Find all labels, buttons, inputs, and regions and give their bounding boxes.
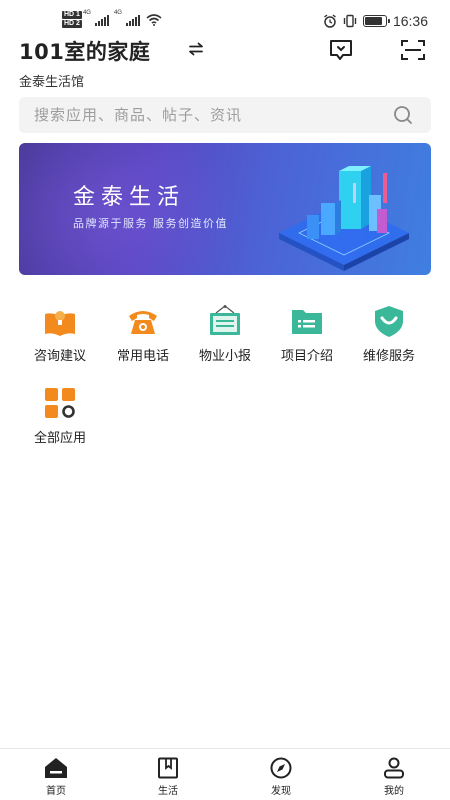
app-label: 维修服务 bbox=[362, 349, 415, 364]
folder-icon bbox=[292, 310, 322, 334]
app-common-phone[interactable]: 常用电话 bbox=[102, 304, 184, 374]
app-label: 咨询建议 bbox=[33, 349, 86, 364]
city-illustration-icon bbox=[279, 166, 409, 271]
search-bar[interactable] bbox=[19, 97, 431, 133]
app-project-intro[interactable]: 项目介绍 bbox=[266, 304, 348, 374]
sim1-badge: HD 1 bbox=[62, 11, 82, 19]
tab-home[interactable]: 首页 bbox=[0, 749, 112, 800]
all-apps-grid-icon bbox=[45, 388, 75, 418]
banner-subtitle: 品牌源于服务 服务创造价值 bbox=[73, 217, 228, 230]
tab-label: 发现 bbox=[271, 786, 291, 797]
search-icon[interactable] bbox=[393, 105, 413, 125]
community-name[interactable]: 金泰生活馆 bbox=[19, 71, 84, 90]
banner-title: 金泰生活 bbox=[73, 185, 186, 210]
telephone-icon bbox=[129, 311, 157, 334]
home-title[interactable]: 101室的家庭 bbox=[19, 36, 150, 66]
sim2-badge: HD 2 bbox=[62, 20, 82, 28]
tab-mine[interactable]: 我的 bbox=[338, 749, 450, 800]
search-input[interactable] bbox=[19, 97, 389, 133]
book-lightbulb-icon bbox=[45, 311, 75, 336]
tab-label: 生活 bbox=[158, 786, 178, 797]
compass-icon bbox=[270, 757, 292, 779]
swap-icon[interactable] bbox=[188, 42, 204, 56]
status-time: 16:36 bbox=[392, 13, 428, 29]
vibrate-icon bbox=[343, 14, 357, 28]
app-repair-service[interactable]: 维修服务 bbox=[348, 304, 430, 374]
signal-2-icon: 4G bbox=[114, 10, 140, 26]
app-property-bulletin[interactable]: 物业小报 bbox=[184, 304, 266, 374]
app-label: 项目介绍 bbox=[280, 349, 333, 364]
bulletin-board-icon bbox=[210, 305, 240, 335]
tab-life[interactable]: 生活 bbox=[112, 749, 224, 800]
battery-fill bbox=[364, 17, 382, 25]
promo-banner[interactable]: 金泰生活 品牌源于服务 服务创造价值 bbox=[19, 143, 431, 275]
message-icon[interactable] bbox=[328, 38, 354, 62]
scan-icon[interactable] bbox=[400, 38, 426, 62]
status-bar-left: HD 1 HD 2 4G 4G bbox=[62, 10, 162, 28]
book-icon bbox=[158, 757, 178, 779]
wifi-icon bbox=[146, 13, 162, 26]
bottom-tab-bar: 首页 生活 发现 我的 bbox=[0, 748, 450, 800]
app-label: 常用电话 bbox=[116, 349, 169, 364]
tab-label: 我的 bbox=[384, 786, 404, 797]
tab-discover[interactable]: 发现 bbox=[225, 749, 337, 800]
network-2-label: 4G bbox=[113, 9, 122, 16]
battery-icon bbox=[362, 15, 390, 27]
app-label: 物业小报 bbox=[198, 349, 251, 364]
app-consult-suggest[interactable]: 咨询建议 bbox=[19, 304, 101, 374]
app-all-apps[interactable]: 全部应用 bbox=[19, 386, 101, 456]
tab-label: 首页 bbox=[46, 786, 66, 797]
network-1-label: 4G bbox=[82, 9, 91, 16]
home-icon bbox=[45, 758, 67, 778]
sim-indicators: HD 1 HD 2 bbox=[62, 11, 82, 28]
app-label: 全部应用 bbox=[33, 431, 86, 446]
status-bar: HD 1 HD 2 4G 4G 16:36 bbox=[0, 0, 450, 40]
user-icon bbox=[384, 757, 404, 779]
alarm-icon bbox=[324, 14, 336, 28]
status-bar-right: 16:36 bbox=[323, 13, 428, 29]
signal-1-icon: 4G bbox=[83, 10, 109, 26]
shield-icon bbox=[375, 306, 403, 337]
